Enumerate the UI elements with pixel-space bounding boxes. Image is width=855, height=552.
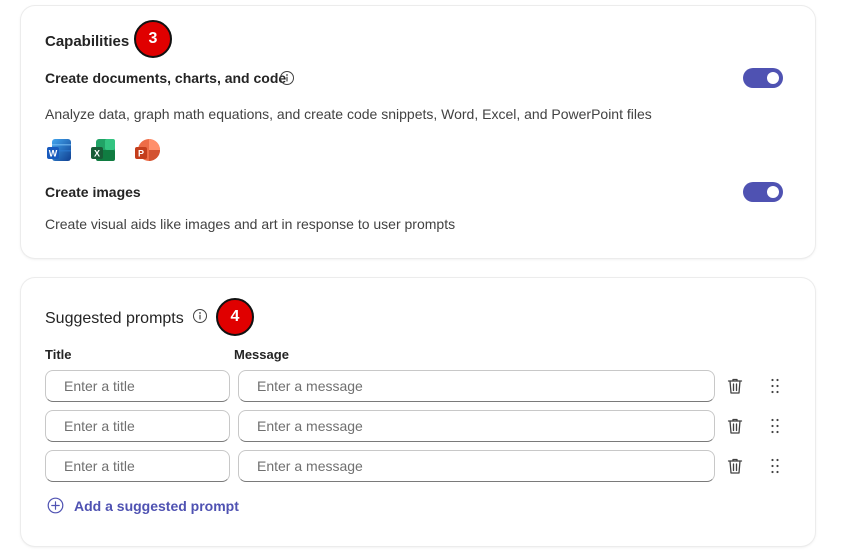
toggle-knob — [767, 72, 779, 84]
prompt-message-input[interactable] — [238, 450, 715, 482]
svg-text:X: X — [94, 149, 100, 159]
title-column-label: Title — [45, 347, 72, 362]
capability-title-images: Create images — [45, 184, 141, 200]
toggle-knob — [767, 186, 779, 198]
delete-icon[interactable] — [725, 376, 745, 396]
message-column-label: Message — [234, 347, 289, 362]
powerpoint-icon: P — [135, 139, 160, 161]
excel-icon: X — [91, 139, 115, 161]
prompt-title-input[interactable] — [45, 370, 230, 402]
prompt-title-input[interactable] — [45, 450, 230, 482]
svg-text:P: P — [138, 149, 144, 159]
add-circle-icon — [47, 497, 64, 514]
word-icon: W — [47, 139, 71, 161]
info-icon[interactable] — [192, 308, 208, 324]
suggested-prompts-card: Suggested prompts 4 Title Message Add a … — [21, 278, 815, 546]
capabilities-title: Capabilities — [45, 33, 130, 50]
capability-description-images: Create visual aids like images and art i… — [45, 216, 456, 232]
prompt-message-input[interactable] — [238, 410, 715, 442]
step-badge: 3 — [134, 20, 172, 58]
documents-toggle[interactable] — [743, 68, 783, 88]
delete-icon[interactable] — [725, 456, 745, 476]
delete-icon[interactable] — [725, 416, 745, 436]
capability-title-documents: Create documents, charts, and code — [45, 70, 287, 86]
drag-handle-icon[interactable] — [765, 456, 785, 476]
capabilities-card: Capabilities 3 Create documents, charts,… — [21, 6, 815, 258]
step-badge: 4 — [216, 298, 254, 336]
suggested-prompts-title: Suggested prompts — [45, 310, 184, 327]
capability-description-documents: Analyze data, graph math equations, and … — [45, 106, 652, 122]
drag-handle-icon[interactable] — [765, 416, 785, 436]
drag-handle-icon[interactable] — [765, 376, 785, 396]
add-suggested-prompt-label: Add a suggested prompt — [74, 497, 239, 514]
info-icon[interactable] — [279, 70, 295, 86]
prompt-title-input[interactable] — [45, 410, 230, 442]
svg-text:W: W — [49, 149, 58, 159]
images-toggle[interactable] — [743, 182, 783, 202]
add-suggested-prompt-button[interactable]: Add a suggested prompt — [47, 497, 239, 514]
prompt-message-input[interactable] — [238, 370, 715, 402]
